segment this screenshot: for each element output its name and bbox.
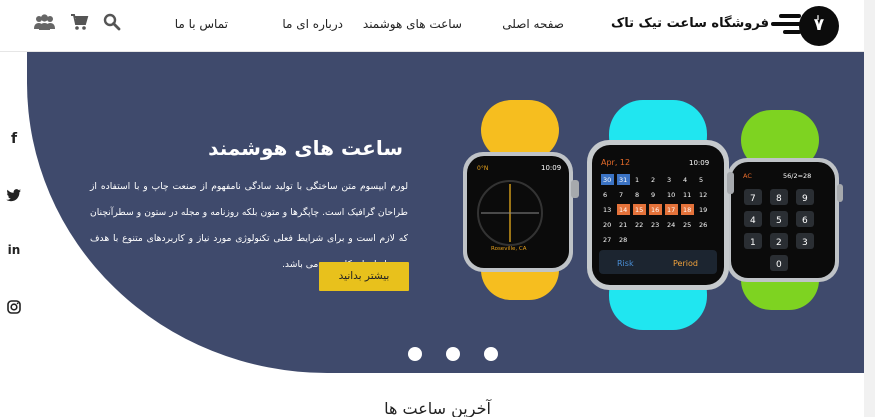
calendar-day: 27 [603, 236, 611, 244]
calculator-key: 7 [750, 194, 756, 204]
calendar-day: 11 [683, 191, 691, 199]
watch-right-expression: 56/2=28 [783, 172, 811, 180]
calendar-day: 14 [619, 206, 627, 214]
cart-icon[interactable] [70, 13, 89, 31]
calendar-day: 13 [603, 206, 611, 214]
calculator-key: 6 [802, 216, 808, 226]
smart-watches-image: 0°N 10:09 Roseville, CA AC 56/2=28 7 8 9 4 5… [463, 100, 843, 330]
watch-center-date: Apr, 12 [601, 158, 630, 167]
learn-more-button[interactable]: بیشتر بدانید [319, 262, 409, 291]
watch-center-time: 10:09 [689, 159, 709, 167]
watch-center-risk: Risk [617, 259, 634, 268]
logo[interactable]: ٰ٧ [799, 6, 839, 46]
calendar-day: 23 [651, 221, 659, 229]
calculator-key: 8 [776, 194, 782, 204]
calendar-day: 4 [683, 176, 687, 184]
calculator-key: 4 [750, 216, 756, 226]
users-icon[interactable] [34, 13, 55, 31]
watch-left-time: 10:09 [541, 164, 561, 172]
slider-dot-3[interactable] [484, 347, 498, 361]
calendar-day: 1 [635, 176, 639, 184]
calculator-key: 1 [750, 238, 756, 248]
hero-banner: ساعت های هوشمند لورم ایپسوم متن ساختگی ب… [27, 52, 864, 373]
watch-center-period: Period [673, 259, 698, 268]
calendar-day: 3 [667, 176, 671, 184]
watch-left-place: Roseville, CA [491, 246, 527, 252]
calendar-day: 31 [619, 176, 627, 184]
instagram-icon[interactable] [6, 299, 22, 315]
latest-watches-heading: آخرین ساعت ها [384, 399, 491, 417]
calendar-day: 30 [603, 176, 611, 184]
logo-speed-lines [771, 12, 801, 40]
calendar-day: 24 [667, 221, 675, 229]
cyan-watch: Apr, 12 10:09 30 31 1 2 3 4 56 7 8 9 10 11 1213 14 15 1… [587, 100, 734, 330]
calculator-key: 0 [776, 260, 782, 270]
calendar-day: 6 [603, 191, 607, 199]
facebook-icon[interactable]: f [6, 131, 22, 147]
calendar-day: 9 [651, 191, 655, 199]
calculator-key: 2 [776, 238, 782, 248]
calendar-day: 25 [683, 221, 691, 229]
calendar-day: 17 [667, 206, 675, 214]
nav-smart-watches[interactable]: ساعت های هوشمند [363, 17, 462, 31]
scrollbar[interactable] [864, 0, 875, 417]
calculator-key: 3 [802, 238, 808, 248]
linkedin-icon[interactable]: in [6, 243, 22, 259]
calendar-day: 12 [699, 191, 707, 199]
calendar-day: 26 [699, 221, 707, 229]
nav-contact[interactable]: تماس با ما [175, 17, 228, 31]
watch-right-ac: AC [743, 172, 752, 180]
calendar-day: 22 [635, 221, 643, 229]
calendar-day: 7 [619, 191, 623, 199]
calendar-day: 21 [619, 221, 627, 229]
header: ٰ٧ فروشگاه ساعت تیک تاک صفحه اصلی ساعت ه… [0, 0, 875, 52]
slider-dot-1[interactable] [408, 347, 422, 361]
calendar-day: 10 [667, 191, 675, 199]
calendar-day: 16 [651, 206, 659, 214]
calendar-day: 5 [699, 176, 703, 184]
calculator-key: 9 [802, 194, 808, 204]
hero-title: ساعت های هوشمند [208, 136, 403, 160]
search-icon[interactable] [103, 13, 121, 31]
calendar-day: 2 [651, 176, 655, 184]
calendar-day: 20 [603, 221, 611, 229]
watch-left-label: 0°N [477, 165, 488, 172]
twitter-icon[interactable] [6, 187, 22, 203]
slider-dot-2[interactable] [446, 347, 460, 361]
yellow-watch: 0°N 10:09 Roseville, CA [463, 100, 579, 300]
calculator-key: 5 [776, 216, 782, 226]
nav-about[interactable]: درباره ای ما [282, 17, 343, 31]
brand-name[interactable]: فروشگاه ساعت تیک تاک [611, 16, 769, 31]
calendar-day: 28 [619, 236, 627, 244]
calendar-day: 8 [635, 191, 639, 199]
calendar-day: 18 [683, 206, 691, 214]
calendar-day: 15 [635, 206, 643, 214]
green-watch: AC 56/2=28 7 8 9 4 5 6 1 2 3 0 [727, 110, 843, 310]
nav-home[interactable]: صفحه اصلی [502, 17, 564, 31]
calendar-day: 19 [699, 206, 707, 214]
